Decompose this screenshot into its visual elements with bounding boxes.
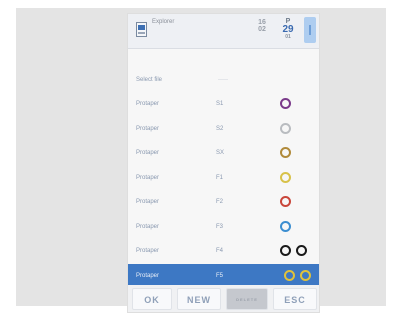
header-bar: Explorer 16 02 P 29 01 [128,14,319,49]
footer-bar: OK NEW DELETE ESC [128,285,319,312]
select-file-label: Select file [136,77,163,83]
speed-readout: 16 02 [248,19,276,33]
file-row-name: Protaper [136,223,160,230]
file-row-name: Protaper [136,174,160,181]
color-ring-icon [280,245,291,256]
select-file-row[interactable]: Select file ----- [128,72,319,88]
count-sub: 01 [285,34,291,40]
menu-tab[interactable] [304,17,316,43]
color-ring-icon [280,147,291,158]
file-row-name: Protaper [136,272,160,279]
device-screen: Explorer 16 02 P 29 01 Select file -----… [127,13,320,313]
color-ring-icon [284,269,295,281]
file-row-code: F3 [216,223,224,230]
file-row-code: F2 [216,199,224,205]
esc-button[interactable]: ESC [273,288,317,310]
color-ring-icon [280,196,291,207]
file-row-name: Protaper [136,125,160,132]
file-row-code: S2 [216,125,224,132]
file-row[interactable]: Protaper S2 [128,117,319,141]
ok-button[interactable]: OK [132,288,172,310]
file-row[interactable]: Protaper F1 [128,166,319,190]
color-ring-icon [280,122,291,134]
file-row-code: F4 [216,248,224,254]
file-icon[interactable] [136,22,147,37]
file-row-code: S1 [216,101,224,107]
count-readout: P 29 01 [278,18,298,40]
speed-bottom: 02 [258,26,266,33]
color-ring-icon [296,245,307,256]
file-row-name: Protaper [136,248,160,254]
file-row[interactable]: Protaper F4 [128,239,319,263]
color-ring-icon [300,269,311,281]
file-row[interactable]: Protaper F3 [128,215,319,239]
file-row-code: SX [216,150,225,156]
color-ring-icon [280,171,291,183]
file-row-code: F5 [216,272,224,279]
file-row[interactable]: Protaper SX [128,141,319,165]
file-row[interactable]: Protaper F2 [128,190,319,214]
menu-tab-icon [309,25,311,35]
file-row-name: Protaper [136,199,160,205]
speed-top: 16 [258,19,266,26]
new-button[interactable]: NEW [177,288,221,310]
select-file-value: ----- [218,77,228,83]
color-ring-icon [280,98,291,109]
header-title: Explorer [152,19,175,25]
color-ring-icon [280,220,291,232]
file-row[interactable]: Protaper S1 [128,92,319,116]
file-row[interactable]: Protaper F5 [128,263,319,288]
delete-button[interactable]: DELETE [226,288,268,310]
file-row-name: Protaper [136,101,160,107]
file-row-name: Protaper [136,150,160,156]
file-row-code: F1 [216,174,224,181]
